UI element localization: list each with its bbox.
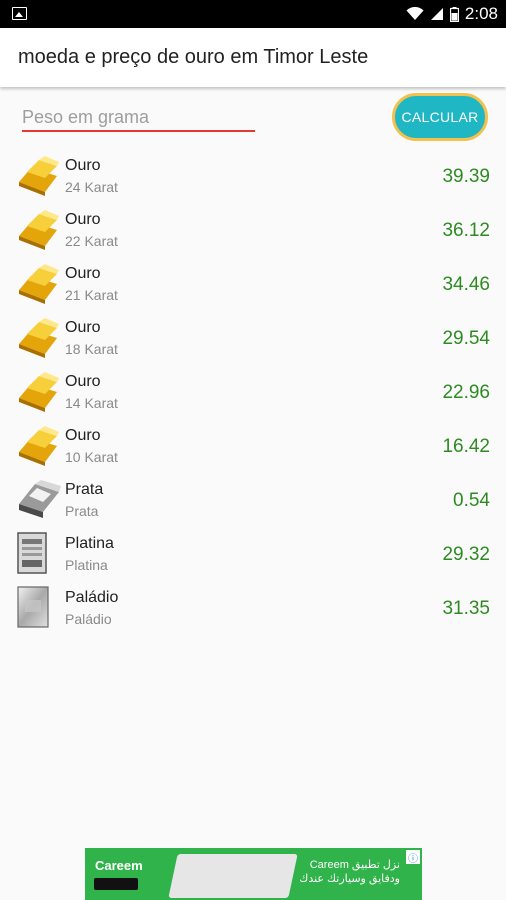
metal-price: 36.12 xyxy=(442,220,490,241)
metal-detail: Prata xyxy=(65,503,99,519)
metal-name: Ouro xyxy=(65,319,101,336)
mobile-signal-icon xyxy=(430,8,443,20)
list-item[interactable]: Platina Platina 29.32 xyxy=(0,526,506,580)
gold-bars-icon xyxy=(19,264,59,304)
list-item[interactable]: Paládio Paládio 31.35 xyxy=(0,580,506,634)
metal-price-list: Ouro 24 Karat 39.39 Ouro 22 Karat 36.12 … xyxy=(0,148,506,634)
gold-bars-icon xyxy=(19,318,59,358)
metal-name: Ouro xyxy=(65,373,101,390)
ad-choices-icon[interactable]: ⓘ xyxy=(406,850,420,865)
ad-promo-line1: نزل تطبيق Careem xyxy=(309,859,400,871)
list-item[interactable]: Ouro 10 Karat 16.42 xyxy=(0,418,506,472)
battery-icon xyxy=(449,6,459,22)
metal-price: 29.32 xyxy=(442,544,490,565)
metal-detail: 21 Karat xyxy=(65,287,118,303)
metal-detail: 14 Karat xyxy=(65,395,118,411)
metal-name: Ouro xyxy=(65,427,101,444)
wifi-icon xyxy=(406,7,424,20)
list-item[interactable]: Prata Prata 0.54 xyxy=(0,472,506,526)
gold-bars-icon xyxy=(19,372,59,412)
gold-bars-icon xyxy=(19,156,59,196)
metal-name: Paládio xyxy=(65,589,119,606)
calculate-button[interactable]: CALCULAR xyxy=(392,93,488,141)
metal-name: Platina xyxy=(65,535,114,552)
metal-price: 16.42 xyxy=(442,436,490,457)
metal-name: Ouro xyxy=(65,265,101,282)
metal-detail: 24 Karat xyxy=(65,179,118,195)
ad-promo-line2: ودفايق وسيارتك عندك xyxy=(299,873,400,885)
palladium-bar-icon xyxy=(17,586,49,628)
status-time: 2:08 xyxy=(464,4,498,23)
gold-bars-icon xyxy=(19,210,59,250)
gallery-notification-icon xyxy=(12,7,27,20)
list-item[interactable]: Ouro 14 Karat 22.96 xyxy=(0,364,506,418)
gold-bars-icon xyxy=(19,426,59,466)
list-item[interactable]: Ouro 18 Karat 29.54 xyxy=(0,310,506,364)
list-item[interactable]: Ouro 22 Karat 36.12 xyxy=(0,202,506,256)
page-title: moeda e preço de ouro em Timor Leste xyxy=(18,46,369,68)
platinum-bar-icon xyxy=(17,532,47,574)
ad-promo-text: نزل تطبيق Careem ودفايق وسيارتك عندك xyxy=(250,858,400,886)
metal-price: 29.54 xyxy=(442,328,490,349)
ad-brand: Careem xyxy=(95,858,143,873)
metal-name: Ouro xyxy=(65,157,101,174)
list-item[interactable]: Ouro 24 Karat 39.39 xyxy=(0,148,506,202)
list-item[interactable]: Ouro 21 Karat 34.46 xyxy=(0,256,506,310)
metal-detail: 22 Karat xyxy=(65,233,118,249)
app-bar: moeda e preço de ouro em Timor Leste xyxy=(0,28,506,87)
metal-name: Ouro xyxy=(65,211,101,228)
ad-banner[interactable]: Careem نزل تطبيق Careem ودفايق وسيارتك ع… xyxy=(85,848,422,900)
metal-price: 22.96 xyxy=(442,382,490,403)
metal-detail: Paládio xyxy=(65,611,112,627)
weight-input[interactable] xyxy=(22,104,255,132)
metal-detail: 10 Karat xyxy=(65,449,118,465)
silver-bars-icon xyxy=(19,480,61,518)
status-bar: 2:08 xyxy=(0,0,506,28)
metal-detail: 18 Karat xyxy=(65,341,118,357)
metal-name: Prata xyxy=(65,481,104,498)
metal-price: 0.54 xyxy=(453,490,490,511)
metal-detail: Platina xyxy=(65,557,108,573)
app-store-badge-icon xyxy=(94,878,138,890)
metal-price: 39.39 xyxy=(442,166,490,187)
metal-price: 34.46 xyxy=(442,274,490,295)
metal-price: 31.35 xyxy=(442,598,490,619)
